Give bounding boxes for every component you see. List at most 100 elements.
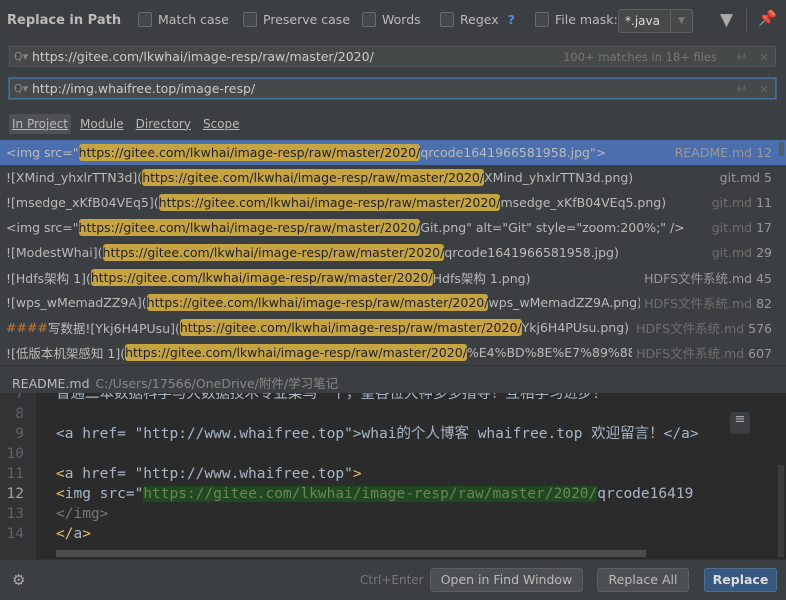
result-row[interactable]: <img src=" https://gitee.com/lkwhai/image… bbox=[0, 215, 786, 240]
settings-gear-icon[interactable]: ⚙ bbox=[12, 571, 25, 589]
result-row[interactable]: ![低版本机架感知 1](https://gitee.com/lkwhai/im… bbox=[0, 340, 786, 365]
result-line: 576 bbox=[748, 321, 772, 336]
regex-help-icon[interactable]: ? bbox=[508, 12, 515, 27]
result-file: HDFS文件系统.md bbox=[636, 346, 745, 361]
match-case-label: Match case bbox=[158, 12, 229, 27]
scope-tabs: In Project Module Directory Scope bbox=[9, 114, 243, 134]
match-highlight: https://gitee.com/lkwhai/image-resp/raw/… bbox=[78, 144, 421, 161]
replace-input[interactable]: Q▾ http://img.whaifree.top/image-resp/ ↵… bbox=[9, 78, 776, 99]
tab-scope[interactable]: Scope bbox=[200, 114, 243, 134]
tag-body: a href= "http://www.whaifree.top" bbox=[64, 466, 353, 482]
tab-module[interactable]: Module bbox=[77, 114, 127, 134]
clear-icon[interactable]: × bbox=[753, 81, 775, 96]
divider bbox=[746, 8, 747, 32]
search-input[interactable]: Q▾ https://gitee.com/lkwhai/image-resp/r… bbox=[9, 46, 776, 67]
result-prefix: ![wps_wMemadZZ9A]( bbox=[6, 295, 147, 310]
match-case-checkbox[interactable]: Match case bbox=[138, 12, 229, 27]
preserve-case-checkbox[interactable]: Preserve case bbox=[243, 12, 350, 27]
code-line: 普通二本数据科学与大数据技术专业菜鸟一个，望各位大神多多指导！互相学习进步！ bbox=[56, 393, 607, 404]
result-line: 17 bbox=[756, 220, 772, 235]
match-highlight: https://gitee.com/lkwhai/image-resp/raw/… bbox=[90, 269, 433, 286]
tag-close: > bbox=[82, 526, 91, 542]
line-number: 14 bbox=[6, 526, 24, 542]
result-suffix: Hdfs架构 1.png) bbox=[432, 271, 531, 286]
reader-mode-icon[interactable]: ≡ bbox=[730, 412, 750, 434]
heading-marker: #### bbox=[6, 320, 48, 335]
match-highlight: https://gitee.com/lkwhai/image-resp/raw/… bbox=[179, 319, 522, 336]
tag-open: < bbox=[56, 486, 65, 502]
line-gutter: 7 8 9 10 11 12 13 14 bbox=[0, 393, 36, 559]
result-line: 82 bbox=[756, 296, 772, 311]
line-number: 10 bbox=[6, 446, 24, 462]
chevron-down-icon[interactable]: ▼ bbox=[670, 10, 692, 32]
result-location: git.md 5 bbox=[715, 170, 772, 185]
dialog-header: Replace in Path Match case Preserve case… bbox=[0, 0, 786, 42]
regex-label: Regex bbox=[460, 12, 499, 27]
regex-checkbox[interactable]: Regex? bbox=[440, 12, 515, 27]
line-number: 11 bbox=[6, 466, 24, 482]
result-prefix: ![低版本机架感知 1]( bbox=[6, 346, 126, 361]
file-mask-value[interactable]: *.java bbox=[619, 10, 670, 32]
result-file: git.md bbox=[711, 220, 753, 235]
tab-directory[interactable]: Directory bbox=[133, 114, 194, 134]
code-line: </img> bbox=[56, 504, 108, 524]
line-number: 13 bbox=[6, 506, 24, 522]
result-prefix: <img src=" bbox=[6, 220, 79, 235]
result-file: HDFS文件系统.md bbox=[636, 321, 745, 336]
tag-close: > bbox=[352, 466, 362, 482]
code-preview[interactable]: 7 8 9 10 11 12 13 14 普通二本数据科学与大数据技术专业菜鸟一个，望各位大神… bbox=[0, 393, 786, 559]
result-suffix: msedge_xKfB04VEq5.png) bbox=[500, 195, 667, 210]
result-row[interactable]: <img src=" https://gitee.com/lkwhai/image… bbox=[0, 140, 786, 165]
replace-all-button[interactable]: Replace All bbox=[597, 568, 689, 592]
pin-icon[interactable]: 📌 bbox=[758, 9, 777, 27]
filter-icon[interactable]: ▼ bbox=[720, 10, 733, 30]
result-line: 29 bbox=[756, 245, 772, 260]
replace-button[interactable]: Replace bbox=[704, 568, 777, 592]
search-icon[interactable]: Q▾ bbox=[10, 82, 32, 95]
result-suffix: Git.png" alt="Git" style="zoom:200%;" /> bbox=[420, 220, 685, 235]
search-value[interactable]: https://gitee.com/lkwhai/image-resp/raw/… bbox=[32, 49, 563, 64]
line-number: 9 bbox=[15, 426, 24, 442]
tag-close: qrcode16419 bbox=[597, 486, 694, 502]
file-mask-checkbox[interactable]: File mask: bbox=[535, 12, 618, 27]
code-line: </a> bbox=[56, 524, 91, 544]
result-row[interactable]: ![XMind_yhxlrTTN3d](https://gitee.com/lk… bbox=[0, 165, 786, 190]
tag-open: < bbox=[56, 466, 65, 482]
open-in-find-window-button[interactable]: Open in Find Window bbox=[430, 568, 583, 592]
result-location: HDFS文件系统.md 576 bbox=[632, 318, 772, 337]
result-location: README.md 12 bbox=[670, 145, 772, 160]
result-line: 5 bbox=[764, 170, 772, 185]
result-prefix: ![msedge_xKfB04VEq5]( bbox=[6, 195, 159, 210]
results-scrollbar[interactable] bbox=[779, 142, 784, 156]
result-location: git.md 11 bbox=[707, 195, 772, 210]
clear-icon[interactable]: × bbox=[753, 49, 775, 64]
words-label: Words bbox=[382, 12, 421, 27]
result-row[interactable]: #### 写数据![Ykj6H4PUsu](https://gitee.com/… bbox=[0, 315, 786, 340]
result-prefix: <img src=" bbox=[6, 145, 79, 160]
replace-value[interactable]: http://img.whaifree.top/image-resp/ bbox=[32, 81, 731, 96]
result-suffix: wps_wMemadZZ9A.png) bbox=[488, 295, 642, 310]
result-row[interactable]: ![ModestWhai](https://gitee.com/lkwhai/i… bbox=[0, 240, 786, 265]
result-file: git.md bbox=[711, 245, 753, 260]
match-highlight: https://gitee.com/lkwhai/image-resp/raw/… bbox=[78, 219, 421, 236]
tag-body: a bbox=[73, 526, 83, 542]
result-row[interactable]: ![Hdfs架构 1](https://gitee.com/lkwhai/ima… bbox=[0, 265, 786, 290]
tab-in-project[interactable]: In Project bbox=[9, 114, 72, 134]
result-location: git.md 17 bbox=[707, 220, 772, 235]
newline-icon[interactable]: ↵ bbox=[731, 49, 753, 64]
search-icon[interactable]: Q▾ bbox=[10, 50, 32, 63]
result-location: HDFS文件系统.md 45 bbox=[640, 268, 772, 287]
code-text: 普通二本数据科学与大数据技术专业菜鸟一个，望各位大神多多指导！互相学习进步！ bbox=[56, 393, 607, 402]
file-mask-dropdown[interactable]: *.java ▼ bbox=[618, 9, 693, 33]
words-checkbox[interactable]: Words bbox=[362, 12, 421, 27]
result-row[interactable]: ![wps_wMemadZZ9A](https://gitee.com/lkwh… bbox=[0, 290, 786, 315]
code-line: <a href= "http://www.whaifree.top">whai的… bbox=[56, 424, 699, 444]
dialog-title: Replace in Path bbox=[7, 13, 122, 28]
result-line: 12 bbox=[756, 145, 772, 160]
newline-icon[interactable]: ↵ bbox=[731, 81, 753, 96]
result-row[interactable]: ![msedge_xKfB04VEq5](https://gitee.com/l… bbox=[0, 190, 786, 215]
vertical-scrollbar[interactable] bbox=[778, 465, 784, 557]
horizontal-scrollbar[interactable] bbox=[56, 550, 646, 557]
code-text: <a href= "http://www.whaifree.top">whai的… bbox=[56, 426, 699, 442]
result-suffix: Ykj6H4PUsu.png) bbox=[521, 320, 630, 335]
